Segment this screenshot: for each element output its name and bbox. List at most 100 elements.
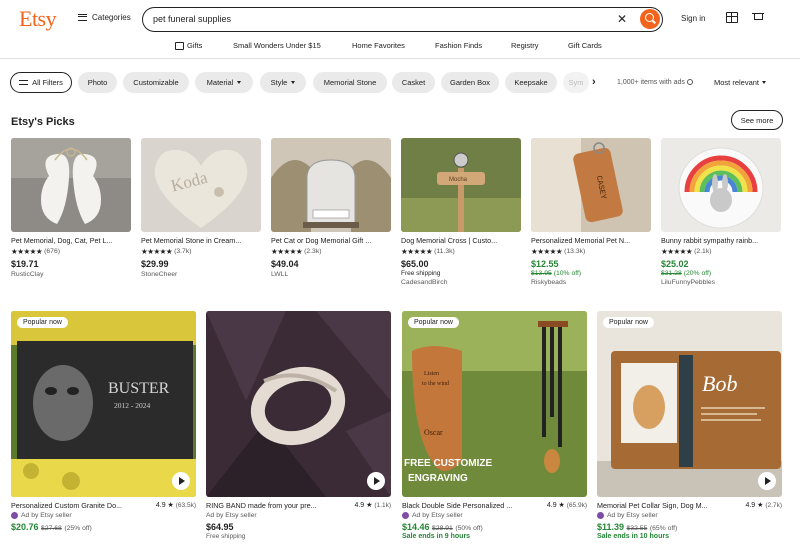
all-filters-label: All Filters: [32, 78, 63, 87]
rating-stars: ★★★★★: [141, 247, 173, 256]
product-image[interactable]: [661, 138, 781, 232]
rating: 4.9 ★ (65.9k): [546, 502, 587, 509]
sale-ends: Sale ends in 9 hours: [402, 533, 471, 540]
search-input[interactable]: pet funeral supplies: [153, 14, 231, 24]
product-image[interactable]: [206, 311, 391, 497]
chip-memorial-stone[interactable]: Memorial Stone: [313, 72, 387, 93]
strikethrough-price: $27.68: [41, 525, 62, 532]
chip-sym[interactable]: Sym: [563, 72, 589, 93]
nav-small-wonders[interactable]: Small Wonders Under $15: [233, 41, 321, 50]
chevron-down-icon: [237, 81, 242, 84]
search-button[interactable]: [640, 9, 660, 29]
see-more-button[interactable]: See more: [731, 110, 783, 130]
nav-gifts[interactable]: Gifts: [175, 41, 202, 50]
product-title[interactable]: Pet Memorial, Dog, Cat, Pet L...: [11, 236, 131, 245]
strikethrough-price: $32.55: [626, 525, 648, 532]
product-title[interactable]: Black Double Side Personalized ...: [402, 501, 530, 510]
section-title: Etsy's Picks: [11, 116, 75, 128]
product-image[interactable]: Mocha: [401, 138, 521, 232]
img-text: FREE CUSTOMIZE: [404, 458, 492, 469]
listing-card[interactable]: RING BAND made from your pre... 4.9 ★ (1.…: [206, 311, 391, 540]
product-image[interactable]: Bob Popular now: [597, 311, 782, 497]
popular-badge: Popular now: [408, 317, 459, 328]
info-icon[interactable]: [686, 79, 693, 85]
product-title[interactable]: RING BAND made from your pre...: [206, 501, 334, 510]
cart-icon[interactable]: [752, 13, 764, 23]
product-title[interactable]: Dog Memorial Cross | Custo...: [401, 236, 521, 245]
nav-registry[interactable]: Registry: [511, 41, 539, 50]
rating: 4.9 ★ (1.1k): [354, 502, 391, 509]
price-value: $14.46: [402, 522, 430, 532]
nav-gift-cards[interactable]: Gift Cards: [568, 41, 602, 50]
play-icon[interactable]: [367, 472, 385, 490]
product-image[interactable]: [271, 138, 391, 232]
listing-card[interactable]: Listen to the wind Oscar FREE CUSTOMIZE …: [402, 311, 587, 540]
gift-icon[interactable]: [726, 12, 738, 23]
shop-name[interactable]: StoneCheer: [141, 271, 261, 278]
review-count: (13.3k): [564, 248, 586, 255]
review-count: (2.1k): [694, 248, 712, 255]
sign-in-link[interactable]: Sign in: [681, 14, 705, 23]
shop-name[interactable]: LiluFunnyPebbles: [661, 279, 781, 286]
product-title[interactable]: Bunny rabbit sympathy rainb...: [661, 236, 781, 245]
price: $65.00: [401, 259, 429, 269]
chevron-right-icon[interactable]: ›: [592, 76, 596, 88]
pick-card[interactable]: CASEY Personalized Memorial Pet N... ★★★…: [531, 138, 651, 286]
rating: ★★★★★ (2.3k): [271, 247, 391, 256]
chip-casket[interactable]: Casket: [392, 72, 435, 93]
etsy-logo[interactable]: Etsy: [19, 6, 57, 32]
chip-style[interactable]: Style: [260, 72, 306, 93]
product-image[interactable]: BUSTER 2012 - 2024 Popular now: [11, 311, 196, 497]
discount: (50% off): [455, 525, 483, 532]
review-count: (2.3k): [304, 248, 322, 255]
popular-badge: Popular now: [17, 317, 68, 328]
product-title[interactable]: Pet Cat or Dog Memorial Gift ...: [271, 236, 391, 245]
product-title[interactable]: Pet Memorial Stone in Cream...: [141, 236, 261, 245]
chip-keepsake[interactable]: Keepsake: [505, 72, 557, 93]
chip-material[interactable]: Material: [195, 72, 253, 93]
review-count: (3.7k): [174, 248, 192, 255]
pick-card[interactable]: Mocha Dog Memorial Cross | Custo... ★★★★…: [401, 138, 521, 286]
all-filters-button[interactable]: All Filters: [10, 72, 72, 93]
clear-icon[interactable]: ✕: [617, 12, 627, 26]
star-seller-icon: [402, 512, 409, 519]
review-count: (11.3k): [434, 248, 455, 255]
play-icon[interactable]: [758, 472, 776, 490]
divider: [0, 58, 800, 59]
listing-card[interactable]: Bob Popular now Memorial Pet Collar Sign…: [597, 311, 782, 540]
chip-label: Material: [206, 78, 234, 87]
rating-value: 4.9: [155, 502, 166, 509]
sort-dropdown[interactable]: Most relevant: [714, 78, 767, 87]
rating: 4.9 ★ (63.5k): [155, 502, 196, 509]
pick-card[interactable]: Pet Memorial, Dog, Cat, Pet L... ★★★★★ (6…: [11, 138, 131, 278]
chip-garden-box[interactable]: Garden Box: [441, 72, 499, 93]
img-text: BUSTER: [108, 380, 170, 397]
product-image[interactable]: [11, 138, 131, 232]
pick-card[interactable]: Bunny rabbit sympathy rainb... ★★★★★ (2.1…: [661, 138, 781, 286]
product-title[interactable]: Personalized Custom Granite Do...: [11, 501, 139, 510]
chip-customizable[interactable]: Customizable: [123, 72, 189, 93]
shop-name[interactable]: CadesandBirch: [401, 279, 521, 286]
review-count: (63.5k): [175, 502, 196, 509]
product-image[interactable]: Listen to the wind Oscar FREE CUSTOMIZE …: [402, 311, 587, 497]
chip-photo[interactable]: Photo: [78, 72, 117, 93]
pick-card[interactable]: Pet Cat or Dog Memorial Gift ... ★★★★★ (2…: [271, 138, 391, 278]
ad-label: Ad by Etsy seller: [206, 512, 257, 519]
shop-name[interactable]: Riskybeads: [531, 279, 651, 286]
pick-card[interactable]: Koda Pet Memorial Stone in Cream... ★★★★…: [141, 138, 261, 278]
nav-home-favorites[interactable]: Home Favorites: [352, 41, 405, 50]
play-icon[interactable]: [172, 472, 190, 490]
categories-button[interactable]: Categories: [78, 13, 131, 22]
product-title[interactable]: Memorial Pet Collar Sign, Dog M...: [597, 501, 725, 510]
nav-fashion-finds[interactable]: Fashion Finds: [435, 41, 482, 50]
sale-price: $12.55: [531, 259, 559, 269]
review-count: (1.1k): [374, 502, 391, 509]
product-image[interactable]: Koda: [141, 138, 261, 232]
product-image[interactable]: CASEY: [531, 138, 651, 232]
shop-name[interactable]: RusticClay: [11, 271, 131, 278]
shop-name[interactable]: LWLL: [271, 271, 391, 278]
chevron-down-icon: [291, 81, 296, 84]
filter-icon: [19, 79, 29, 86]
listing-card[interactable]: BUSTER 2012 - 2024 Popular now Personali…: [11, 311, 196, 532]
product-title[interactable]: Personalized Memorial Pet N...: [531, 236, 651, 245]
